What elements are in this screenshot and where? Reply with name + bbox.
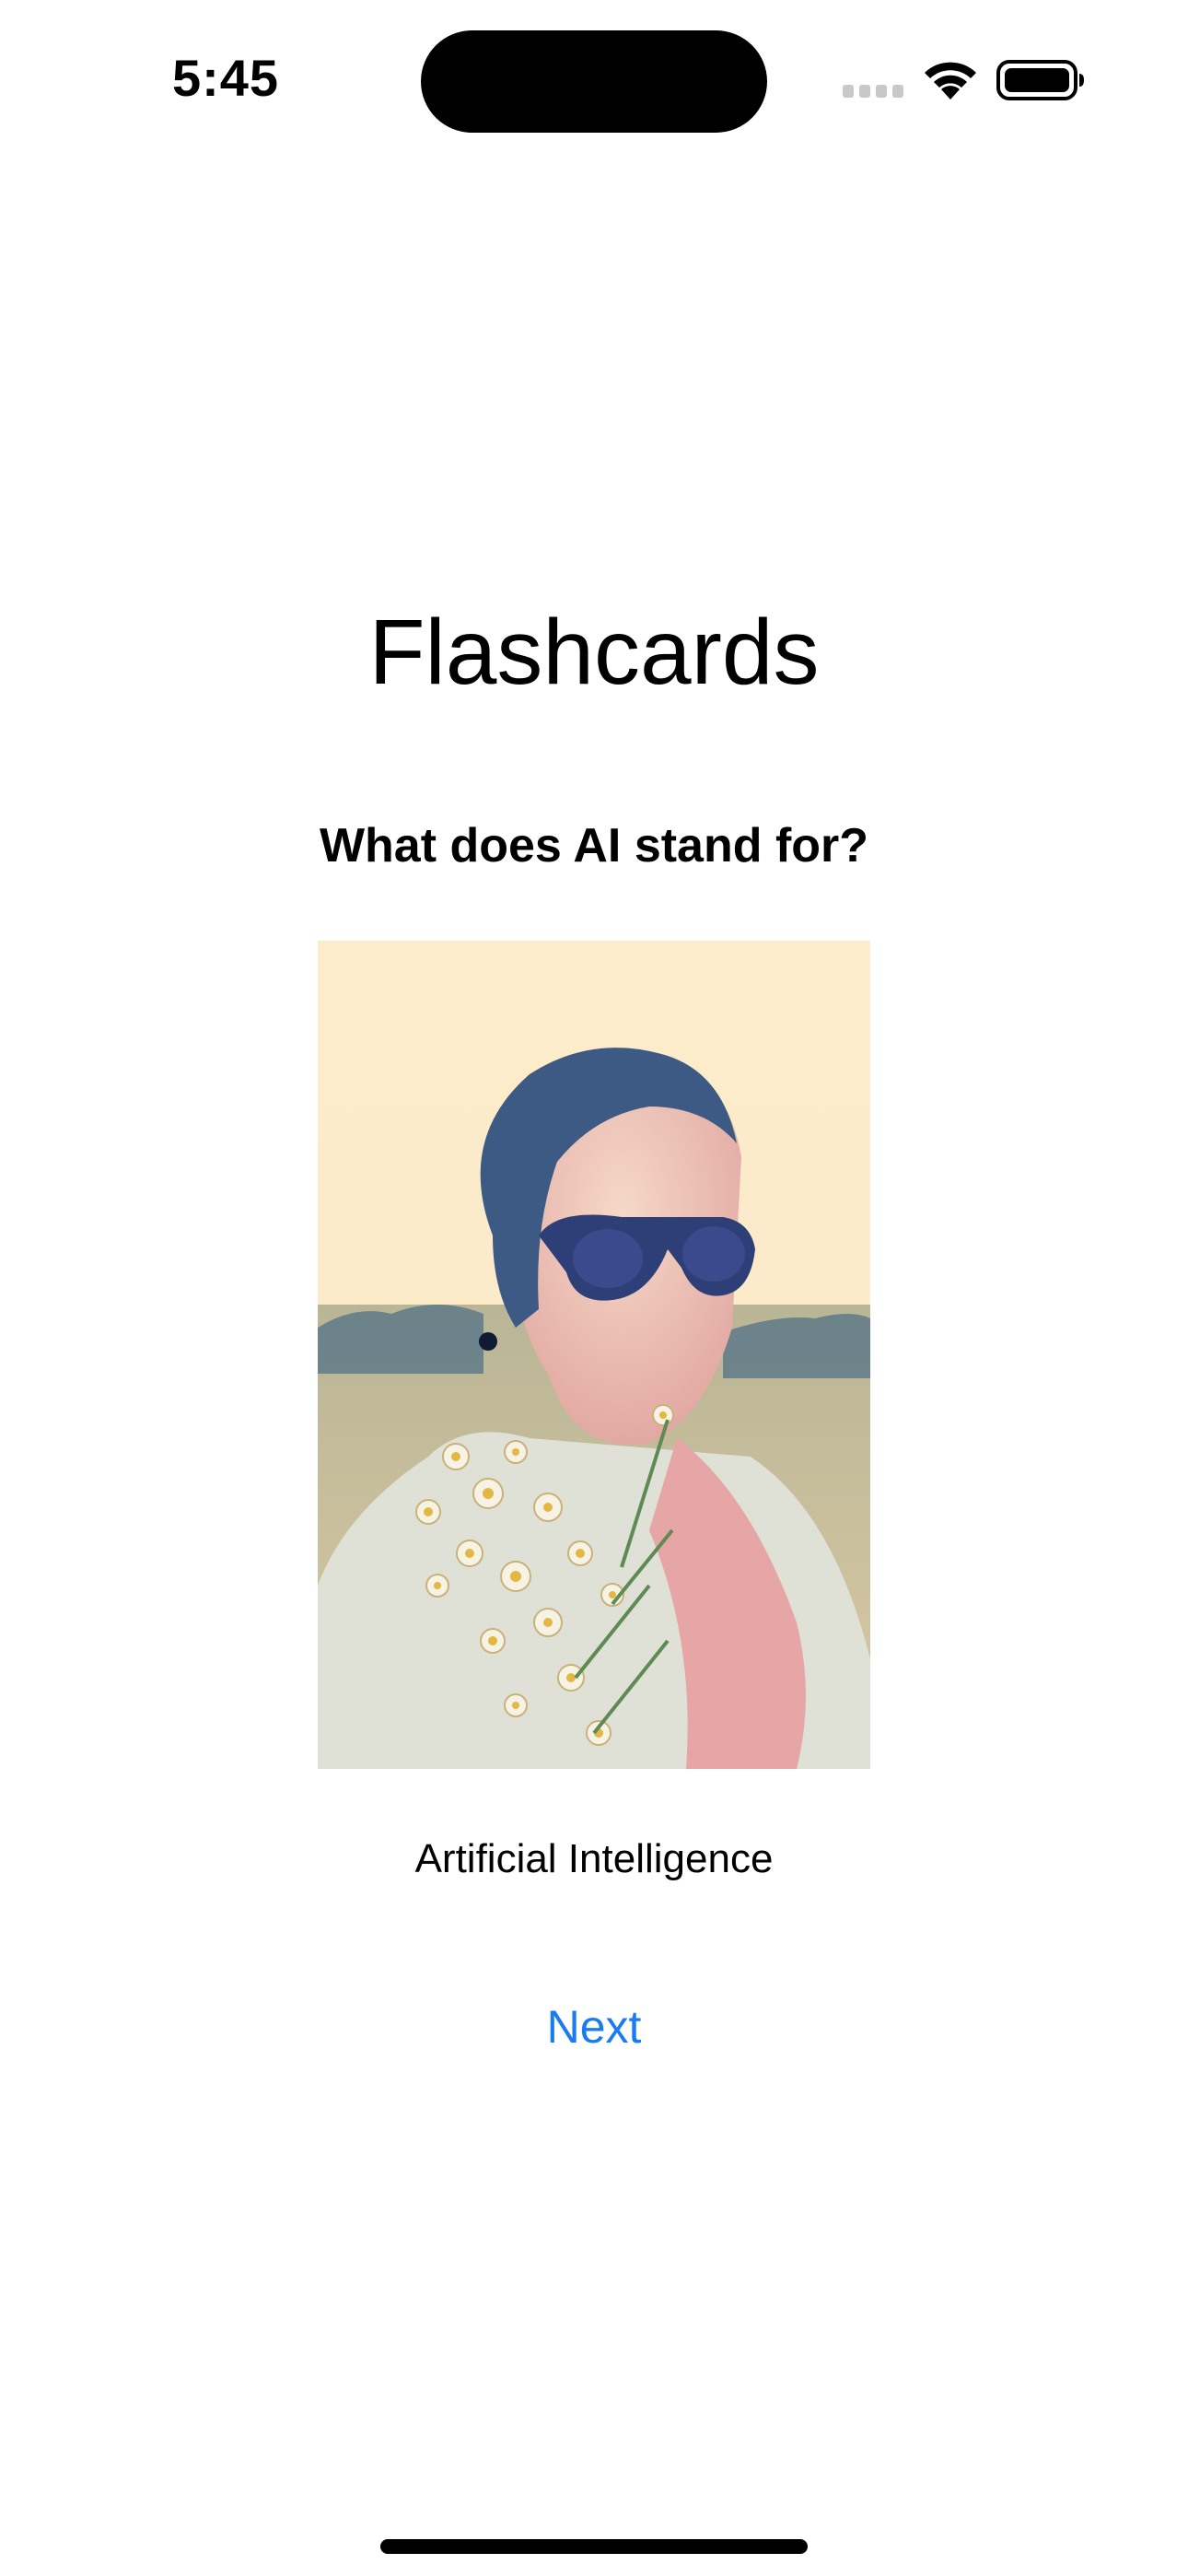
flashcard-photo — [318, 941, 870, 1769]
wifi-icon — [925, 62, 976, 100]
home-indicator[interactable] — [380, 2539, 808, 2554]
battery-icon — [996, 60, 1084, 100]
flashcard-photo-illustration — [318, 941, 870, 1769]
flashcard-answer: Artificial Intelligence — [414, 1836, 774, 1881]
next-button[interactable]: Next — [502, 1990, 686, 2064]
flashcard-question: What does AI stand for? — [319, 819, 869, 872]
cellular-signal-icon — [843, 85, 903, 98]
dynamic-island — [421, 30, 767, 133]
status-time: 5:45 — [171, 49, 280, 107]
page-title: Flashcards — [368, 601, 820, 704]
status-bar: 5:45 — [0, 0, 1188, 166]
